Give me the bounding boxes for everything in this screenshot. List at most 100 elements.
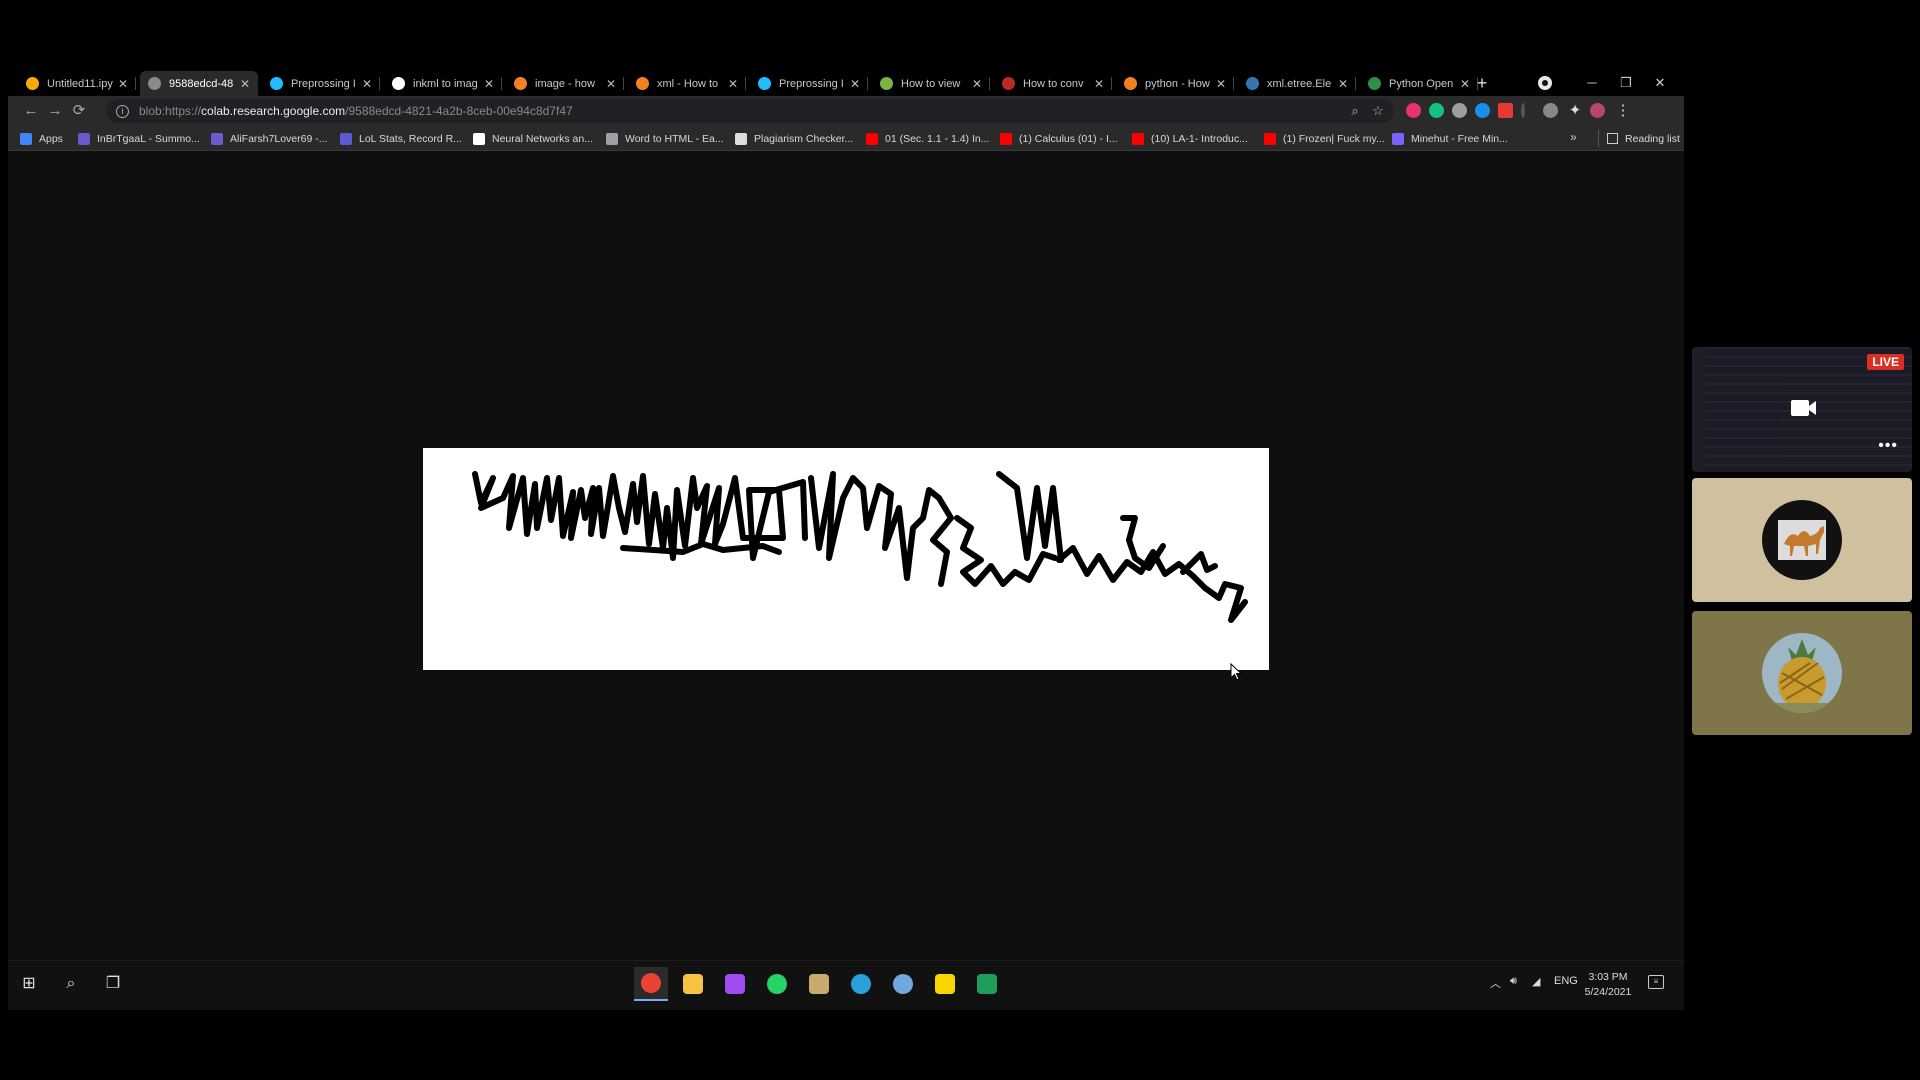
gear-icon[interactable] [1452, 103, 1467, 118]
close-window-button[interactable]: ✕ [1648, 72, 1672, 94]
stackoverflow-icon [1124, 77, 1137, 90]
minimize-window-button[interactable]: ─ [1580, 72, 1604, 94]
bookmark-item[interactable]: (1) Calculus (01) - I... [1000, 130, 1118, 147]
close-tab-icon[interactable]: ✕ [1092, 77, 1106, 91]
tab[interactable]: Preprossing I ✕ [750, 71, 868, 96]
close-tab-icon[interactable]: ✕ [726, 77, 740, 91]
close-tab-icon[interactable]: ✕ [604, 77, 618, 91]
url-host: colab.research.google.com [201, 104, 346, 118]
messenger-icon [725, 974, 745, 994]
bookmark-item[interactable]: (10) LA-1- Introduc... [1132, 130, 1248, 147]
close-tab-icon[interactable]: ✕ [848, 77, 862, 91]
bookmark-item[interactable]: Plagiarism Checker... [735, 130, 853, 147]
bookmark-item[interactable]: Apps [20, 130, 63, 147]
close-tab-icon[interactable]: ✕ [482, 77, 496, 91]
windows-start-icon[interactable]: ⊞ [18, 973, 40, 995]
chevron-up-icon[interactable]: ︿ [1490, 975, 1501, 991]
bookmark-item[interactable]: 01 (Sec. 1.1 - 1.4) In... [866, 130, 989, 147]
bookmark-label: 01 (Sec. 1.1 - 1.4) In... [885, 132, 990, 145]
taskbar-app-telegram[interactable] [844, 967, 878, 1001]
avatar[interactable] [1590, 103, 1605, 118]
taskbar-app-spreadsheet[interactable] [970, 967, 1004, 1001]
notification-icon[interactable]: ≡ [1648, 975, 1664, 989]
taskbar-app-league[interactable] [802, 967, 836, 1001]
clock[interactable]: 3:03 PM 5/24/2021 [1582, 970, 1634, 1000]
more-options-icon[interactable]: ••• [1878, 437, 1898, 455]
new-tab-button[interactable]: + [1471, 72, 1493, 94]
menu-icon[interactable]: ⋮ [1612, 100, 1634, 122]
close-tab-icon[interactable]: ✕ [1214, 77, 1228, 91]
puzzle-icon[interactable]: ✦ [1564, 100, 1586, 122]
close-tab-icon[interactable]: ✕ [238, 77, 252, 91]
tab[interactable]: 9588edcd-48 ✕ [140, 71, 258, 96]
live-badge: LIVE [1867, 354, 1904, 370]
screen-share-tile[interactable]: LIVE ••• [1692, 347, 1912, 472]
tab[interactable]: How to conv ✕ [994, 71, 1112, 96]
tab-separator [1355, 77, 1356, 90]
extension-icon[interactable] [1521, 103, 1525, 118]
taskbar-app-chrome[interactable] [634, 967, 668, 1001]
bookmark-item[interactable]: InBrTgaaL - Summo... [78, 130, 200, 147]
zoom-icon[interactable]: ⌕ [1346, 102, 1364, 120]
extension-icon[interactable] [1498, 103, 1513, 118]
close-tab-icon[interactable]: ✕ [970, 77, 984, 91]
tab-separator [623, 77, 624, 90]
close-tab-icon[interactable]: ✕ [1458, 77, 1472, 91]
tab[interactable]: Preprossing I ✕ [262, 71, 380, 96]
tab-separator [1111, 77, 1112, 90]
bookmarks-bar: Apps InBrTgaaL - Summo... AliFarsh7Lover69… [8, 126, 1684, 151]
bookmarks-overflow-icon[interactable]: » [1570, 130, 1577, 144]
restore-window-button[interactable]: ❐ [1614, 72, 1638, 94]
task-view-icon[interactable]: ❐ [102, 973, 124, 995]
tab[interactable]: xml.etree.Ele ✕ [1238, 71, 1356, 96]
taskbar-app-file-explorer[interactable] [676, 967, 710, 1001]
video-camera-icon[interactable] [1791, 399, 1817, 417]
address-bar[interactable]: i blob:https://colab.research.google.com… [106, 99, 1394, 123]
reading-list-label: Reading list [1625, 132, 1680, 145]
reload-button[interactable]: ⟳ [68, 100, 90, 122]
bookmark-favicon-icon [340, 132, 352, 145]
reading-list-button[interactable]: Reading list [1598, 130, 1680, 147]
close-tab-icon[interactable]: ✕ [116, 77, 130, 91]
speaker-icon[interactable]: 🔊︎ [1510, 975, 1517, 988]
network-icon[interactable]: ◢ [1532, 975, 1540, 988]
record-icon[interactable] [1538, 76, 1552, 90]
tab-title: image - how [535, 77, 595, 90]
extension-icon[interactable] [1429, 103, 1444, 118]
taskbar-app-sticky-notes[interactable] [928, 967, 962, 1001]
back-button[interactable]: ← [20, 100, 42, 122]
tab[interactable]: image - how ✕ [506, 71, 624, 96]
taskbar-app-messenger[interactable] [718, 967, 752, 1001]
extension-icon[interactable] [1475, 103, 1490, 118]
close-tab-icon[interactable]: ✕ [360, 77, 374, 91]
bookmark-item[interactable]: Word to HTML - Ea... [606, 130, 724, 147]
taskbar-app-whatsapp[interactable] [760, 967, 794, 1001]
extension-icon[interactable] [1406, 103, 1421, 118]
close-tab-icon[interactable]: ✕ [1336, 77, 1350, 91]
bookmark-label: Word to HTML - Ea... [625, 132, 724, 145]
extension-icon[interactable] [1543, 103, 1558, 118]
language-indicator[interactable]: ENG [1554, 975, 1578, 987]
tab[interactable]: Python Open ✕ [1360, 71, 1478, 96]
spreadsheet-icon [977, 974, 997, 994]
tab[interactable]: inkml to imag ✕ [384, 71, 502, 96]
search-icon[interactable]: ⌕ [60, 973, 82, 995]
taskbar-app-app-blue[interactable] [886, 967, 920, 1001]
site-info-icon[interactable]: i [116, 104, 129, 118]
bookmark-item[interactable]: (1) Frozen| Fuck my... [1264, 130, 1385, 147]
bookmark-item[interactable]: LoL Stats, Record R... [340, 130, 462, 147]
tab[interactable]: python - How ✕ [1116, 71, 1234, 96]
tab[interactable]: How to view ✕ [872, 71, 990, 96]
tab-separator [1233, 77, 1234, 90]
forward-button[interactable]: → [44, 100, 66, 122]
bookmark-star-icon[interactable]: ☆ [1369, 102, 1387, 120]
participant-tile[interactable] [1692, 478, 1912, 602]
tab[interactable]: xml - How to ✕ [628, 71, 746, 96]
bookmark-favicon-icon [606, 132, 618, 145]
bookmark-item[interactable]: AliFarsh7Lover69 -... [211, 130, 327, 147]
bookmark-item[interactable]: Minehut - Free Min... [1392, 130, 1508, 147]
tab[interactable]: Untitled11.ipy ✕ [18, 71, 136, 96]
taskbar: ⊞ ⌕ ❐ ︿ 🔊︎ ◢ ENG 3:03 PM 5/24/2021 ≡ [8, 960, 1684, 1010]
participant-tile[interactable] [1692, 611, 1912, 735]
bookmark-item[interactable]: Neural Networks an... [473, 130, 593, 147]
